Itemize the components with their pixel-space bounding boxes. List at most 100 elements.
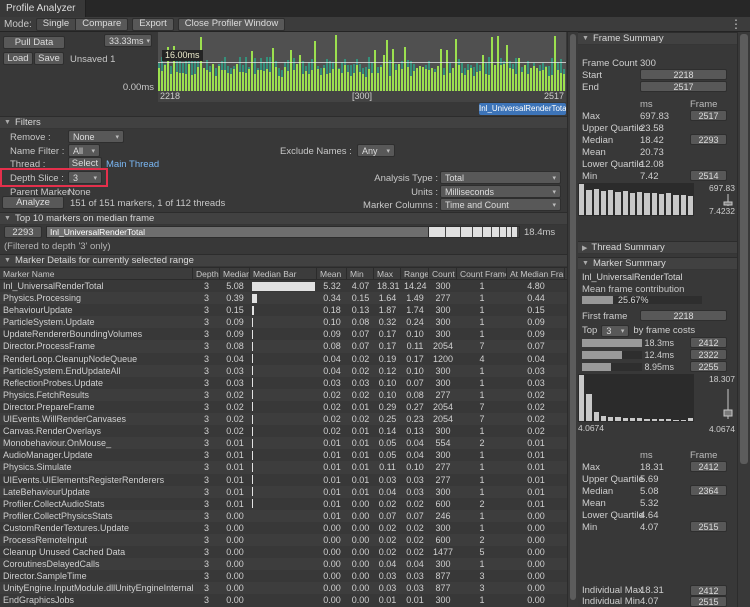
column-header-marker-name[interactable]: Marker Name <box>0 268 193 279</box>
table-row[interactable]: Physics.Simulate30.010.010.010.110.10277… <box>0 461 567 473</box>
close-profiler-window-button[interactable]: Close Profiler Window <box>178 18 285 31</box>
table-row[interactable]: Cleanup Unused Cached Data30.000.000.000… <box>0 546 567 558</box>
end-frame-box[interactable]: 2517 <box>640 81 727 92</box>
table-row[interactable]: UIEvents.UIElementsRegisterRenderers30.0… <box>0 474 567 486</box>
frame-time-chart[interactable]: 16.00ms <box>158 32 566 91</box>
marker-columns-dropdown[interactable]: Time and Count▾ <box>440 198 561 211</box>
marker-summary-foldout[interactable]: ▼ Marker Summary <box>578 257 737 270</box>
frame-time-scale-dropdown[interactable]: 33.33ms▾ <box>104 34 152 47</box>
analysis-type-dropdown[interactable]: Total▾ <box>440 171 561 184</box>
table-cell: 0.03 <box>507 365 565 377</box>
top10-bar[interactable]: Inl_UniversalRenderTotal <box>46 226 520 238</box>
column-header-median-bar[interactable]: Median Bar <box>250 268 317 279</box>
column-header-max[interactable]: Max <box>374 268 401 279</box>
export-button[interactable]: Export <box>132 18 173 31</box>
table-row[interactable]: CustomRenderTextures.Update30.000.000.00… <box>0 522 567 534</box>
table-row[interactable]: UpdateRendererBoundingVolumes30.090.090.… <box>0 328 567 340</box>
top10-main-segment[interactable]: Inl_UniversalRenderTotal <box>47 227 429 237</box>
thread-value[interactable]: Main Thread <box>106 159 159 170</box>
depth-slice-dropdown[interactable]: 3▾ <box>68 171 102 184</box>
top-n-dropdown[interactable]: 3▾ <box>601 325 629 337</box>
table-row[interactable]: AudioManager.Update30.010.010.010.050.04… <box>0 449 567 461</box>
frame-link-box[interactable]: 2515 <box>690 521 727 532</box>
column-header-depth[interactable]: Depth <box>193 268 220 279</box>
top10-segment[interactable] <box>446 227 459 237</box>
table-row[interactable]: Director.PrepareFrame30.020.020.010.290.… <box>0 401 567 413</box>
frame-link-box[interactable]: 2412 <box>690 337 727 348</box>
table-row[interactable]: ReflectionProbes.Update30.030.030.030.10… <box>0 377 567 389</box>
table-row[interactable]: UnityEngine.InputModule.dllUnityEngineIn… <box>0 582 567 594</box>
mode-single-button[interactable]: Single <box>36 18 76 31</box>
top10-segment[interactable] <box>500 227 506 237</box>
frame-link-box[interactable]: 2412 <box>690 461 727 472</box>
top10-segment[interactable] <box>492 227 499 237</box>
tab-profile-analyzer[interactable]: Profile Analyzer <box>0 0 86 17</box>
frame-link-box[interactable]: 2412 <box>690 585 727 596</box>
column-header-at-median-frame[interactable]: At Median Frame <box>507 268 565 279</box>
save-button[interactable]: Save <box>34 52 64 65</box>
table-row[interactable]: LateBehaviourUpdate30.010.010.010.040.03… <box>0 486 567 498</box>
remove-dropdown[interactable]: None▾ <box>68 130 124 143</box>
name-filter-dropdown[interactable]: All▾ <box>68 144 100 157</box>
table-row[interactable]: EndGraphicsJobs30.000.000.000.010.013001… <box>0 594 567 606</box>
selected-marker-badge[interactable]: Inl_UniversalRenderTotal <box>479 103 566 115</box>
exclude-names-dropdown[interactable]: Any▾ <box>357 144 395 157</box>
column-header-mean[interactable]: Mean <box>317 268 347 279</box>
filters-foldout[interactable]: ▼ Filters <box>0 116 567 129</box>
top10-segment[interactable] <box>507 227 512 237</box>
units-dropdown[interactable]: Milliseconds▾ <box>440 185 561 198</box>
table-row[interactable]: Physics.FetchResults30.020.020.020.100.0… <box>0 389 567 401</box>
table-row[interactable]: RenderLoop.CleanupNodeQueue30.040.040.02… <box>0 353 567 365</box>
right-panel-scrollbar[interactable] <box>737 32 750 607</box>
table-row[interactable]: ParticleSystem.Update30.090.100.080.320.… <box>0 316 567 328</box>
table-row[interactable]: Profiler.CollectAudioStats30.010.010.000… <box>0 498 567 510</box>
frame-summary-foldout[interactable]: ▼ Frame Summary <box>578 32 737 45</box>
contribution-fill <box>582 296 613 304</box>
table-row[interactable]: Inl_UniversalRenderTotal35.085.324.0718.… <box>0 280 567 292</box>
column-header-range[interactable]: Range <box>401 268 429 279</box>
top10-segment[interactable] <box>429 227 445 237</box>
top10-foldout[interactable]: ▼ Top 10 markers on median frame <box>0 212 567 225</box>
frame-link-box[interactable]: 2517 <box>690 110 727 121</box>
left-panel-scrollbar[interactable] <box>567 32 578 607</box>
load-button[interactable]: Load <box>3 52 33 65</box>
pull-data-button[interactable]: Pull Data <box>3 36 65 49</box>
table-cell: 0.04 <box>401 449 429 461</box>
scrollbar-thumb[interactable] <box>570 34 576 600</box>
top10-segment[interactable] <box>512 227 516 237</box>
column-header-min[interactable]: Min <box>347 268 374 279</box>
kebab-menu-icon[interactable]: ⋮ <box>726 17 746 31</box>
frame-link-box[interactable]: 2255 <box>690 361 727 372</box>
marker-details-foldout[interactable]: ▼ Marker Details for currently selected … <box>0 254 567 267</box>
top10-segment[interactable] <box>461 227 472 237</box>
frame-link-box[interactable]: 2322 <box>690 349 727 360</box>
table-row[interactable]: Director.ProcessFrame30.080.080.070.170.… <box>0 340 567 352</box>
thread-summary-foldout[interactable]: ▶ Thread Summary <box>578 241 737 254</box>
table-row[interactable]: ProcessRemoteInput30.000.000.000.020.026… <box>0 534 567 546</box>
table-row[interactable]: Canvas.RenderOverlays30.020.020.010.140.… <box>0 425 567 437</box>
table-row[interactable]: Physics.Processing30.390.340.151.641.492… <box>0 292 567 304</box>
table-row[interactable]: ParticleSystem.EndUpdateAll30.030.040.02… <box>0 365 567 377</box>
table-row[interactable]: CoroutinesDelayedCalls30.000.000.000.040… <box>0 558 567 570</box>
table-row[interactable]: Profiler.CollectPhysicsStats30.000.010.0… <box>0 510 567 522</box>
column-header-median[interactable]: Median <box>220 268 250 279</box>
top10-segment[interactable] <box>473 227 482 237</box>
first-frame-box[interactable]: 2218 <box>640 310 727 321</box>
median-frame-button[interactable]: 2293 <box>4 226 42 238</box>
analyze-button[interactable]: Analyze <box>2 196 64 209</box>
table-row[interactable]: Director.SampleTime30.000.000.000.030.03… <box>0 570 567 582</box>
table-row[interactable]: Monobehaviour.OnMouse_30.010.010.010.050… <box>0 437 567 449</box>
frame-link-box[interactable]: 2293 <box>690 134 727 145</box>
table-row[interactable]: BehaviourUpdate30.150.180.131.871.743001… <box>0 304 567 316</box>
column-header-count[interactable]: Count <box>429 268 457 279</box>
frame-link-box[interactable]: 2364 <box>690 485 727 496</box>
top10-segment[interactable] <box>483 227 491 237</box>
table-row[interactable]: UIEvents.WillRenderCanvases30.020.020.02… <box>0 413 567 425</box>
frame-link-box[interactable]: 2514 <box>690 170 727 181</box>
scrollbar-thumb[interactable] <box>740 34 748 464</box>
start-frame-box[interactable]: 2218 <box>640 69 727 80</box>
thread-select-button[interactable]: Select <box>68 157 102 170</box>
column-header-count-frame[interactable]: Count Frame <box>457 268 507 279</box>
frame-link-box[interactable]: 2515 <box>690 596 727 607</box>
mode-compare-button[interactable]: Compare <box>76 18 128 31</box>
